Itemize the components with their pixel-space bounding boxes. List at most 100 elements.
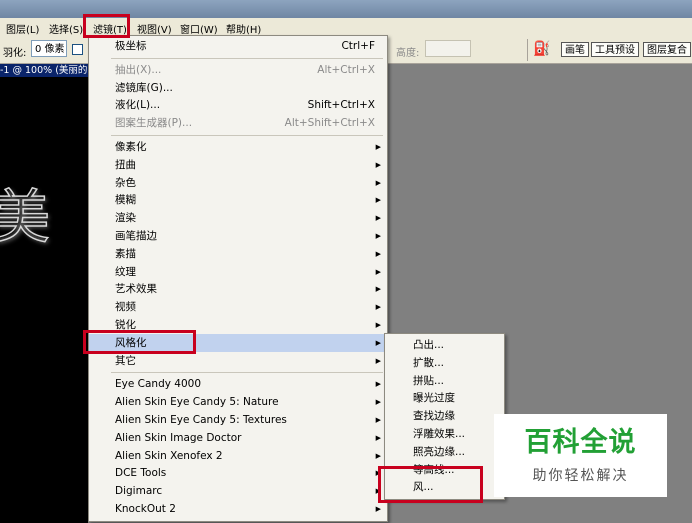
menu-separator [111,57,383,59]
filter-menu-item[interactable]: Alien Skin Eye Candy 5: Nature ▶ [89,393,387,411]
menu-separator [111,135,383,136]
submenu-arrow-icon: ▶ [375,303,381,312]
submenu-item-label: 曝光过度 [413,392,455,405]
stylize-submenu-item[interactable]: 照亮边缘... [385,443,504,461]
filter-menu-item[interactable]: Alien Skin Eye Candy 5: Textures ▶ [89,411,387,429]
annotation-box-stylize [83,330,196,354]
filter-menu-item[interactable]: 模糊 ▶ [89,191,387,209]
submenu-arrow-icon: ▶ [375,416,381,424]
stylize-submenu-item[interactable]: 扩散... [385,354,504,372]
filter-menu-item[interactable]: Eye Candy 4000 ▶ [89,375,387,393]
filter-menu-item[interactable]: DCE Tools ▶ [89,464,387,482]
submenu-arrow-icon: ▶ [375,143,381,151]
filter-menu-item[interactable]: 液化(L)... Shift+Ctrl+X [89,96,387,114]
menu-item-label: Digimarc [115,485,163,498]
document-canvas[interactable]: 美 [0,77,88,523]
filter-menu-item[interactable]: 艺术效果 ▶ [89,280,387,298]
filter-menu-item[interactable]: KnockOut 2 ▶ [89,500,387,518]
annotation-box-filter-menu [83,14,130,38]
submenu-item-label: 凸出... [413,339,445,351]
feather-label: 羽化: [3,48,27,59]
filter-menu-item: 抽出(X)... Alt+Ctrl+X [89,61,387,79]
watermark-title: 百科全说 [524,427,637,458]
stamp-icon[interactable]: ⛽ [533,41,550,57]
submenu-item-label: 拼贴... [413,374,445,387]
submenu-item-label: 扩散... [413,356,445,369]
filter-menu-item[interactable]: 渲染 ▶ [89,209,387,227]
menu-item-label: 杂色 [115,176,136,189]
submenu-arrow-icon: ▶ [375,451,381,460]
menu-item-label: Alien Skin Eye Candy 5: Textures [115,414,287,426]
options-divider [527,39,528,61]
submenu-arrow-icon: ▶ [375,249,381,258]
filter-menu-item[interactable]: 杂色 ▶ [89,174,387,192]
stylize-submenu-item[interactable]: 曝光过度 [385,389,504,407]
submenu-arrow-icon: ▶ [375,433,381,442]
menu-item-label: 图案生成器(P)... [115,117,193,130]
submenu-item-label: 浮雕效果... [413,428,466,440]
submenu-arrow-icon: ▶ [375,232,381,240]
submenu-item-label: 查找边缘 [413,410,455,423]
menu-item-label: 艺术效果 [115,283,157,296]
filter-menu-item[interactable]: 像素化 ▶ [89,138,387,156]
filter-menu-item[interactable]: 极坐标 Ctrl+F [89,37,387,55]
menu-item-label: Alien Skin Image Doctor [115,431,242,444]
filter-menu-item[interactable]: 纹理 ▶ [89,263,387,281]
canvas-text-art: 美 [0,183,51,251]
filter-menu-item[interactable]: 扭曲 ▶ [89,156,387,174]
stylize-submenu-item[interactable]: 凸出... [385,336,504,354]
watermark-subtitle: 助你轻松解决 [532,468,629,484]
menu-view[interactable]: 视图(V) [137,21,172,36]
submenu-arrow-icon: ▶ [375,196,381,205]
filter-menu-item[interactable]: 视频 ▶ [89,298,387,316]
menu-item-label: 液化(L)... [115,99,161,112]
height-label: 高度: [396,48,420,59]
menu-layer[interactable]: 图层(L) [6,21,39,36]
submenu-item-label: 照亮边缘... [413,445,466,458]
stylize-submenu-item[interactable]: 拼贴... [385,372,504,390]
submenu-arrow-icon: ▶ [375,338,381,347]
filter-menu-item[interactable]: 画笔描边 ▶ [89,227,387,245]
menu-item-shortcut: Shift+Ctrl+X [307,99,375,112]
menu-item-label: KnockOut 2 [115,503,176,515]
tab-tool-presets[interactable]: 工具预设 [591,42,639,57]
filter-menu-item[interactable]: 其它 ▶ [89,352,387,370]
watermark-logo: 百科全说 助你轻松解决 [494,414,667,497]
menu-item-label: 像素化 [115,141,147,153]
tab-brushes[interactable]: 画笔 [561,42,589,57]
menu-select[interactable]: 选择(S) [49,21,83,36]
filter-menu-item[interactable]: Alien Skin Image Doctor ▶ [89,429,387,447]
filter-menu-item[interactable]: Alien Skin Xenofex 2 ▶ [89,447,387,465]
menu-window[interactable]: 窗口(W) [180,21,218,36]
submenu-arrow-icon: ▶ [375,398,381,407]
menu-item-label: 画笔描边 [115,230,157,242]
menu-item-label: Alien Skin Eye Candy 5: Nature [115,396,279,409]
stylize-submenu-item[interactable]: 浮雕效果... [385,425,504,443]
anti-alias-checkbox[interactable] [72,44,83,55]
menu-help[interactable]: 帮助(H) [226,21,261,36]
stylize-submenu-item[interactable]: 查找边缘 [385,407,504,425]
submenu-arrow-icon: ▶ [375,178,381,187]
menu-item-shortcut: Ctrl+F [341,40,375,52]
menu-item-label: 滤镜库(G)... [115,81,173,94]
menu-item-label: 渲染 [115,212,136,225]
height-input[interactable] [425,40,471,57]
filter-menu-item[interactable]: 滤镜库(G)... [89,79,387,97]
filter-dropdown-menu: 极坐标 Ctrl+F 抽出(X)... Alt+Ctrl+X 滤镜库(G)... 液化(L… [88,35,388,522]
submenu-arrow-icon: ▶ [375,160,381,169]
filter-menu-item[interactable]: Digimarc ▶ [89,482,387,500]
submenu-arrow-icon: ▶ [375,214,381,223]
tab-layer-comps[interactable]: 图层复合 [643,42,691,57]
menu-item-label: 模糊 [115,194,136,207]
menu-item-label: 纹理 [115,265,136,278]
document-title[interactable]: -1 @ 100% (美丽的 [0,64,88,77]
menu-item-label: 极坐标 [115,40,147,52]
submenu-arrow-icon: ▶ [375,285,381,294]
menu-item-label: 素描 [115,247,136,260]
menu-item-label: 抽出(X)... [115,63,162,76]
submenu-arrow-icon: ▶ [375,380,381,389]
feather-input[interactable]: 0 像素 [31,40,67,57]
submenu-arrow-icon: ▶ [375,356,381,365]
submenu-arrow-icon: ▶ [375,321,381,329]
filter-menu-item[interactable]: 素描 ▶ [89,245,387,263]
